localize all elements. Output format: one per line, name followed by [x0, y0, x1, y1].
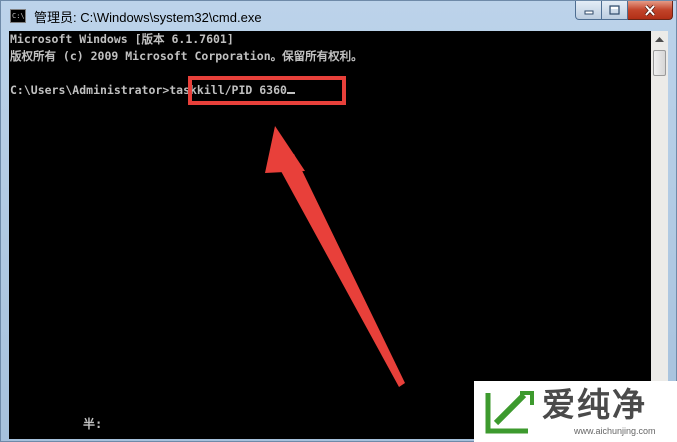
logo-name: 爱纯净: [542, 385, 647, 424]
scroll-up-button[interactable]: [651, 31, 668, 48]
vertical-scrollbar[interactable]: [651, 31, 668, 439]
logo-mark-icon: [485, 391, 534, 434]
minimize-icon: [584, 10, 593, 15]
minimize-button[interactable]: [575, 1, 602, 20]
scroll-thumb[interactable]: [653, 50, 666, 76]
logo-url: www.aichunjing.com: [574, 426, 656, 436]
maximize-icon: [609, 5, 620, 15]
watermark-logo: 爱纯净 www.aichunjing.com: [474, 381, 677, 442]
ime-indicator: 半:: [83, 417, 103, 431]
annotation-arrow: [265, 126, 405, 387]
close-button[interactable]: [628, 1, 673, 20]
cmd-icon[interactable]: C:\: [10, 9, 26, 23]
close-icon: [644, 4, 656, 16]
maximize-button[interactable]: [602, 1, 628, 20]
title-bar[interactable]: C:\ 管理员: C:\Windows\system32\cmd.exe: [1, 1, 677, 31]
cmd-window: C:\ 管理员: C:\Windows\system32\cmd.exe Mic…: [0, 0, 677, 442]
caption-buttons: [575, 1, 673, 20]
arrow-up-icon: [655, 36, 664, 42]
console-output[interactable]: Microsoft Windows [版本 6.1.7601] 版权所有 (c)…: [9, 31, 651, 439]
window-title: 管理员: C:\Windows\system32\cmd.exe: [34, 10, 262, 25]
